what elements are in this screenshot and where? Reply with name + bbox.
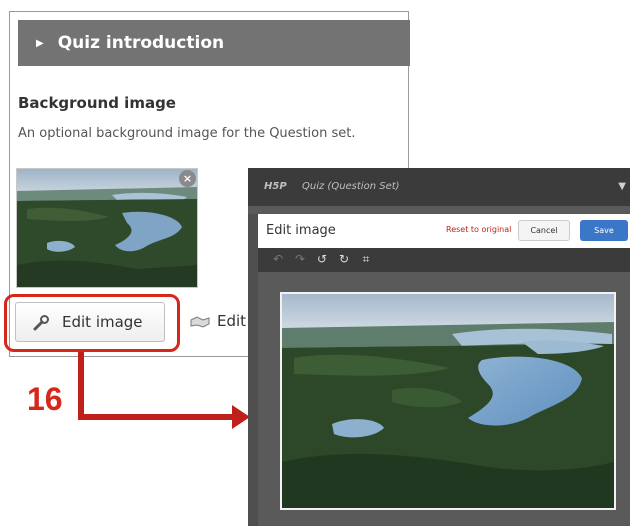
h5p-logo: H5P bbox=[264, 181, 287, 192]
lake-landscape-large-image bbox=[282, 294, 614, 508]
step-highlight-box bbox=[4, 294, 180, 352]
content-title: Quiz (Question Set) bbox=[302, 181, 400, 192]
rotate-left-icon[interactable]: ↺ bbox=[314, 251, 330, 267]
edit-copyright-label: Edit bbox=[217, 312, 247, 330]
image-editor-toolbar: ↶ ↷ ↺ ↻ ⌗ bbox=[258, 248, 630, 272]
step-number: 16 bbox=[27, 381, 63, 417]
background-image-label: Background image bbox=[18, 94, 176, 112]
section-title: Quiz introduction bbox=[57, 33, 225, 53]
annotation-arrow-vertical bbox=[78, 352, 84, 420]
dialog-title-bar: H5P Quiz (Question Set) ▼ bbox=[248, 168, 630, 206]
section-header-quiz-introduction[interactable]: ▶ Quiz introduction bbox=[18, 20, 410, 66]
rotate-right-icon[interactable]: ↻ bbox=[336, 251, 352, 267]
lake-landscape-image bbox=[17, 169, 197, 287]
caret-right-icon: ▶ bbox=[36, 38, 44, 49]
image-editor-header: Edit image Reset to original Cancel Save bbox=[258, 214, 630, 248]
cancel-button[interactable]: Cancel bbox=[518, 220, 570, 241]
save-button[interactable]: Save bbox=[580, 220, 628, 241]
redo-icon[interactable]: ↷ bbox=[292, 251, 308, 267]
background-image-thumbnail[interactable] bbox=[16, 168, 198, 288]
undo-icon[interactable]: ↶ bbox=[270, 251, 286, 267]
handshake-icon bbox=[190, 316, 210, 328]
remove-image-icon[interactable]: × bbox=[179, 170, 196, 187]
background-image-description: An optional background image for the Que… bbox=[18, 126, 356, 141]
reset-to-original-link[interactable]: Reset to original bbox=[446, 225, 511, 234]
editable-image[interactable] bbox=[280, 292, 616, 510]
image-editor-canvas bbox=[258, 272, 630, 526]
dialog-divider bbox=[248, 206, 630, 214]
image-editor-title: Edit image bbox=[266, 223, 336, 238]
chevron-down-icon[interactable]: ▼ bbox=[618, 168, 626, 206]
crop-icon[interactable]: ⌗ bbox=[358, 251, 374, 267]
annotation-arrow-horizontal bbox=[78, 414, 234, 420]
edit-image-dialog: H5P Quiz (Question Set) ▼ Edit image Res… bbox=[248, 168, 630, 526]
